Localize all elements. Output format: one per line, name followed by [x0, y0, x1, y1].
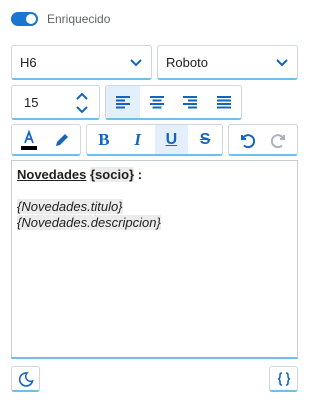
redo-button[interactable] [263, 125, 297, 154]
pencil-icon [55, 133, 68, 146]
strikethrough-icon: S [199, 130, 211, 148]
align-left-button[interactable] [106, 86, 140, 118]
alignment-group [105, 85, 242, 120]
align-center-icon [149, 96, 164, 109]
bold-button[interactable]: B [87, 125, 121, 154]
align-right-button[interactable] [174, 86, 208, 118]
align-justify-icon [217, 96, 232, 109]
italic-button[interactable]: I [121, 125, 155, 154]
strikethrough-button[interactable]: S [188, 125, 222, 154]
source-code-button[interactable] [269, 366, 298, 392]
rich-text-toggle[interactable]: Enriquecido [11, 9, 110, 29]
rich-text-editor[interactable]: Novedades {socio} : {Novedades.titulo} {… [11, 160, 298, 359]
undo-button[interactable] [229, 125, 263, 154]
editor-heading-word: Novedades [17, 167, 87, 182]
undo-icon [241, 133, 255, 148]
editor-token: {Novedades.descripcion} [17, 215, 161, 230]
braces-icon [277, 371, 290, 386]
align-left-icon [115, 96, 130, 109]
chevron-down-icon [276, 59, 288, 67]
stepper-icon[interactable] [75, 91, 89, 115]
editor-token: {socio} [90, 167, 135, 182]
editor-token: {Novedades.titulo} [17, 199, 123, 214]
align-center-button[interactable] [140, 86, 174, 118]
editor-line-1-tail: : [134, 167, 143, 182]
heading-select-value: H6 [20, 54, 37, 70]
toggle-switch[interactable] [11, 12, 38, 26]
toggle-knob [26, 14, 36, 24]
font-select[interactable]: Roboto [157, 45, 298, 80]
editor-line-2: {Novedades.titulo} [17, 199, 292, 215]
redo-icon [271, 133, 285, 148]
highlight-button[interactable] [45, 125, 78, 154]
moon-icon [18, 371, 34, 387]
toggle-label: Enriquecido [47, 12, 111, 26]
editor-line-3: {Novedades.descripcion} [17, 215, 292, 231]
font-size-input[interactable]: 15 [11, 85, 100, 120]
underline-icon: U [165, 130, 178, 148]
font-select-value: Roboto [166, 54, 208, 70]
align-justify-button[interactable] [207, 86, 241, 118]
italic-icon: I [134, 129, 141, 149]
color-group [11, 124, 81, 156]
text-color-icon [20, 128, 37, 150]
history-group [228, 124, 298, 156]
theme-toggle-button[interactable] [11, 366, 40, 392]
text-style-group: B I U S [86, 124, 223, 156]
underline-button[interactable]: U [154, 125, 189, 154]
text-color-button[interactable] [12, 125, 45, 154]
bold-icon: B [98, 129, 110, 149]
editor-line-1: Novedades {socio} : [17, 167, 292, 183]
heading-select[interactable]: H6 [11, 45, 152, 80]
font-size-value: 15 [24, 94, 39, 110]
chevron-down-icon [130, 59, 142, 67]
align-right-icon [183, 96, 198, 109]
